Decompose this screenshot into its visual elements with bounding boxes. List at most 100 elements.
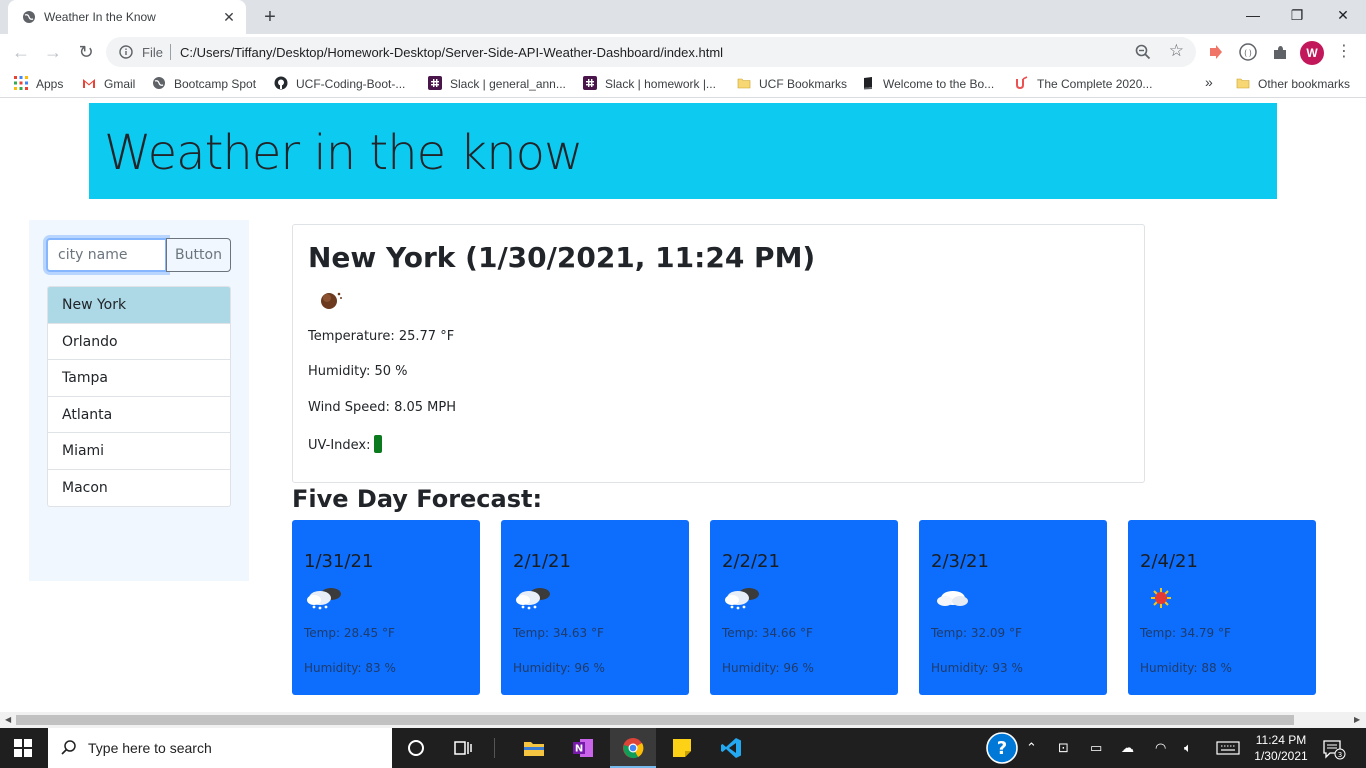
menu-dots-icon[interactable]: ⋮	[1336, 41, 1352, 63]
show-hidden-icons-chevron-icon[interactable]: ⌃	[1026, 740, 1037, 756]
new-tab-button[interactable]: +	[258, 6, 282, 30]
keyboard-icon[interactable]	[1216, 740, 1240, 756]
city-item-tampa[interactable]: Tampa	[48, 360, 230, 397]
bookmark-label: UCF Bookmarks	[759, 77, 848, 91]
wifi-icon[interactable]: ◠	[1155, 740, 1166, 756]
svg-text:N: N	[575, 744, 583, 755]
bookmark-ucf-folder[interactable]: UCF Bookmarks	[737, 76, 847, 91]
cortana-icon[interactable]	[405, 737, 427, 759]
extensions-puzzle-icon[interactable]	[1270, 42, 1290, 62]
more-bookmarks-chevron-icon[interactable]: »	[1205, 74, 1213, 90]
taskbar-search-box[interactable]: Type here to search	[48, 728, 392, 768]
bookmark-gmail[interactable]: Gmail	[82, 76, 135, 91]
restore-button[interactable]: ❐	[1274, 4, 1320, 28]
bookmark-label: Bootcamp Spot	[174, 77, 257, 91]
scrollbar-thumb[interactable]	[16, 715, 1294, 725]
url-divider	[170, 44, 171, 60]
globe-icon	[23, 11, 35, 23]
github-icon	[274, 76, 288, 90]
zoom-icon[interactable]	[1134, 43, 1152, 61]
bookmark-apps[interactable]: Apps	[14, 76, 63, 91]
gmail-icon	[83, 79, 95, 88]
city-item-new-york[interactable]: New York	[48, 287, 230, 324]
scroll-right-arrow-icon[interactable]: ▶	[1354, 715, 1360, 724]
uv-index-label: UV-Index:	[308, 438, 371, 453]
city-search-input[interactable]	[46, 238, 167, 272]
minimize-button[interactable]: —	[1230, 4, 1276, 28]
current-weather-card: New York (1/30/2021, 11:24 PM) Temperatu…	[292, 224, 1145, 483]
extension-code-icon[interactable]: ()	[1238, 42, 1258, 62]
taskbar-divider	[494, 738, 495, 758]
volume-icon[interactable]: 🔈︎	[1184, 740, 1192, 756]
horizontal-scrollbar[interactable]: ◀ ▶	[0, 712, 1366, 728]
extension-share-icon[interactable]	[1206, 42, 1226, 62]
forecast-humidity: Humidity: 88 %	[1140, 661, 1232, 675]
bookmark-slack-general[interactable]: Slack | general_ann...	[428, 76, 566, 91]
taskbar-search-placeholder: Type here to search	[88, 740, 212, 756]
search-sidebar: Button New York Orlando Tampa Atlanta Mi…	[29, 220, 249, 581]
bookmark-welcome[interactable]: Welcome to the Bo...	[861, 76, 994, 91]
bookmark-slack-homework[interactable]: Slack | homework |...	[583, 76, 716, 91]
forecast-card: 1/31/21 Temp: 28.45 °F Humidity: 83 %	[292, 520, 480, 695]
city-item-macon[interactable]: Macon	[48, 470, 230, 507]
bookmark-github[interactable]: UCF-Coding-Boot-...	[274, 76, 405, 91]
help-icon[interactable]: ?	[986, 732, 1018, 764]
forward-arrow-icon[interactable]: →	[42, 41, 64, 63]
bookmark-other[interactable]: Other bookmarks	[1236, 76, 1350, 91]
udemy-icon	[1016, 76, 1028, 90]
bookmark-complete-2020[interactable]: The Complete 2020...	[1015, 76, 1152, 91]
forecast-temp: Temp: 28.45 °F	[304, 626, 395, 640]
tab-close-icon[interactable]: ✕	[220, 8, 238, 26]
city-item-miami[interactable]: Miami	[48, 433, 230, 470]
sticky-notes-icon[interactable]	[671, 737, 693, 759]
snow-cloud-icon	[725, 588, 759, 610]
back-arrow-icon[interactable]: ←	[10, 41, 32, 63]
onenote-icon[interactable]: N	[572, 737, 594, 759]
forecast-temp: Temp: 34.66 °F	[722, 626, 813, 640]
notifications-icon[interactable]: 3	[1322, 738, 1346, 760]
svg-text:?: ?	[997, 738, 1007, 759]
forecast-title: Five Day Forecast:	[292, 485, 543, 513]
close-window-button[interactable]: ✕	[1320, 4, 1366, 28]
battery-icon[interactable]: ▭	[1090, 740, 1102, 756]
city-history-list: New York Orlando Tampa Atlanta Miami Mac…	[47, 286, 231, 507]
bookmark-label: UCF-Coding-Boot-...	[296, 77, 406, 91]
file-explorer-icon[interactable]	[523, 737, 545, 759]
bookmark-label: Welcome to the Bo...	[883, 77, 995, 91]
scroll-left-arrow-icon[interactable]: ◀	[5, 715, 11, 724]
profile-avatar[interactable]: W	[1300, 41, 1324, 65]
forecast-humidity: Humidity: 96 %	[513, 661, 605, 675]
address-bar[interactable]: File C:/Users/Tiffany/Desktop/Homework-D…	[106, 37, 1196, 67]
bookmark-star-icon[interactable]: ☆	[1169, 41, 1184, 61]
bookmark-bootcamp-spot[interactable]: Bootcamp Spot	[152, 76, 256, 91]
url-text[interactable]: C:/Users/Tiffany/Desktop/Homework-Deskto…	[180, 45, 723, 60]
info-icon[interactable]	[119, 45, 133, 59]
forecast-card: 2/2/21 Temp: 34.66 °F Humidity: 96 %	[710, 520, 898, 695]
system-clock[interactable]: 11:24 PM 1/30/2021	[1250, 732, 1312, 764]
cloud-icon	[937, 591, 968, 606]
chrome-icon[interactable]	[622, 737, 644, 759]
windows-start-icon[interactable]	[14, 739, 32, 757]
forecast-card: 2/4/21 Temp: 34.79 °F Humidity: 88 %	[1128, 520, 1316, 695]
folder-icon	[1236, 78, 1250, 89]
vscode-icon[interactable]	[720, 737, 742, 759]
search-icon	[61, 740, 76, 755]
city-item-atlanta[interactable]: Atlanta	[48, 397, 230, 433]
task-view-icon[interactable]	[452, 737, 474, 759]
search-button[interactable]: Button	[166, 238, 231, 272]
bookmark-label: Apps	[36, 77, 64, 91]
page-content: Weather in the know Button New York Orla…	[0, 99, 1366, 712]
uv-index-badge	[373, 435, 382, 453]
tab-title: Weather In the Know	[44, 10, 156, 24]
onedrive-cloud-icon[interactable]: ☁	[1121, 740, 1134, 756]
current-city-title: New York (1/30/2021, 11:24 PM)	[308, 241, 816, 274]
meet-now-icon[interactable]: ⊡	[1058, 740, 1069, 756]
reload-icon[interactable]: ↻	[75, 41, 97, 63]
bookmark-label: Other bookmarks	[1258, 77, 1351, 91]
svg-text:(): ()	[1243, 49, 1253, 58]
clock-date: 1/30/2021	[1254, 749, 1308, 763]
forecast-date: 2/1/21	[513, 551, 571, 572]
apps-grid-icon	[14, 76, 28, 90]
city-item-orlando[interactable]: Orlando	[48, 324, 230, 360]
browser-tab[interactable]: Weather In the Know ✕	[8, 0, 246, 34]
